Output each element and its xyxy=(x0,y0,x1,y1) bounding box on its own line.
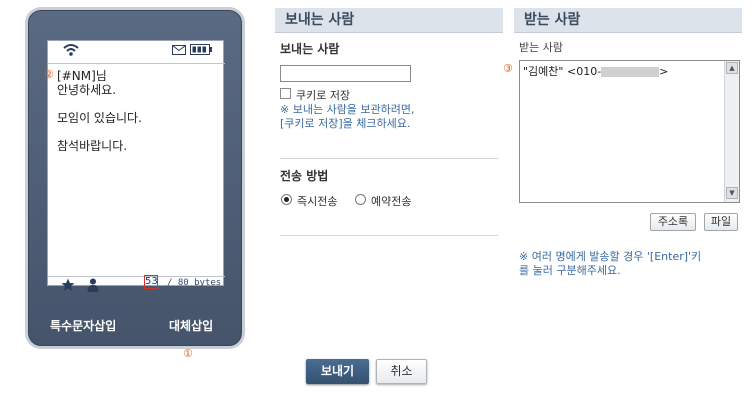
sender-label: 보내는 사람 xyxy=(280,42,340,56)
scroll-up-icon[interactable]: ▲ xyxy=(726,62,738,74)
divider xyxy=(280,235,498,236)
mail-icon xyxy=(172,45,186,55)
send-method-label: 전송 방법 xyxy=(280,169,329,183)
receiver-entry: "김예찬" <010- > xyxy=(523,63,668,79)
person-icon[interactable] xyxy=(86,278,100,292)
receiver-list[interactable]: "김예찬" <010- > ▲ ▼ xyxy=(519,60,740,203)
message-text: [#NM]님 안녕하세요. 모임이 있습니다. 참석바랍니다. xyxy=(57,69,142,153)
phone-preview: ② [#NM]님 안녕하세요. 모임이 있습니다. 참석바랍니다. 53 / 8… xyxy=(28,10,242,346)
special-char-button[interactable]: 특수문자삽입 xyxy=(50,317,116,334)
marker-1: ① xyxy=(183,347,193,360)
phone-status-bar xyxy=(48,41,225,59)
battery-icon xyxy=(190,44,212,55)
masked-number xyxy=(601,67,660,77)
send-button[interactable]: 보내기 xyxy=(306,359,369,384)
send-reserved-radio[interactable] xyxy=(355,194,366,205)
address-book-button[interactable]: 주소록 xyxy=(650,213,696,231)
marker-2: ② xyxy=(44,68,54,81)
byte-limit: / 80 bytes xyxy=(167,278,222,288)
wifi-icon xyxy=(63,44,79,56)
phone-bottom-bar: 53 / 80 bytes xyxy=(47,275,224,300)
replace-insert-button[interactable]: 대체삽입 xyxy=(169,317,213,334)
cookie-note: ※ 보내는 사람을 보관하려면, [쿠키로 저장]을 체크하세요. xyxy=(280,103,415,130)
phone-screen: ② [#NM]님 안녕하세요. 모임이 있습니다. 참석바랍니다. xyxy=(44,40,225,286)
scroll-down-icon[interactable]: ▼ xyxy=(726,187,738,199)
send-now-label[interactable]: 즉시전송 xyxy=(297,193,337,209)
file-button[interactable]: 파일 xyxy=(704,213,738,231)
receiver-note: ※ 여러 명에게 발송할 경우 '[Enter]'키 를 눌러 구분해주세요. xyxy=(519,250,702,277)
divider xyxy=(280,158,498,159)
marker-3: ③ xyxy=(503,62,513,75)
message-textarea[interactable]: ② [#NM]님 안녕하세요. 모임이 있습니다. 참석바랍니다. xyxy=(44,63,225,277)
receiver-sublabel: 받는 사람 xyxy=(519,41,563,54)
send-reserved-label[interactable]: 예약전송 xyxy=(371,193,411,209)
receiver-scrollbar[interactable]: ▲ ▼ xyxy=(724,61,739,202)
cancel-button[interactable]: 취소 xyxy=(376,359,427,384)
sender-header: 보내는 사람 xyxy=(275,8,503,33)
byte-count: 53 xyxy=(144,275,158,289)
send-now-radio[interactable] xyxy=(281,194,292,205)
cookie-save-label[interactable]: 쿠키로 저장 xyxy=(296,87,350,103)
receiver-entry-text: "김예찬" <010- xyxy=(523,65,602,78)
cookie-save-checkbox[interactable] xyxy=(280,88,291,99)
sender-input[interactable] xyxy=(280,65,411,82)
receiver-entry-end: > xyxy=(659,65,669,78)
receiver-header: 받는 사람 xyxy=(514,8,742,33)
star-icon[interactable] xyxy=(61,278,75,292)
